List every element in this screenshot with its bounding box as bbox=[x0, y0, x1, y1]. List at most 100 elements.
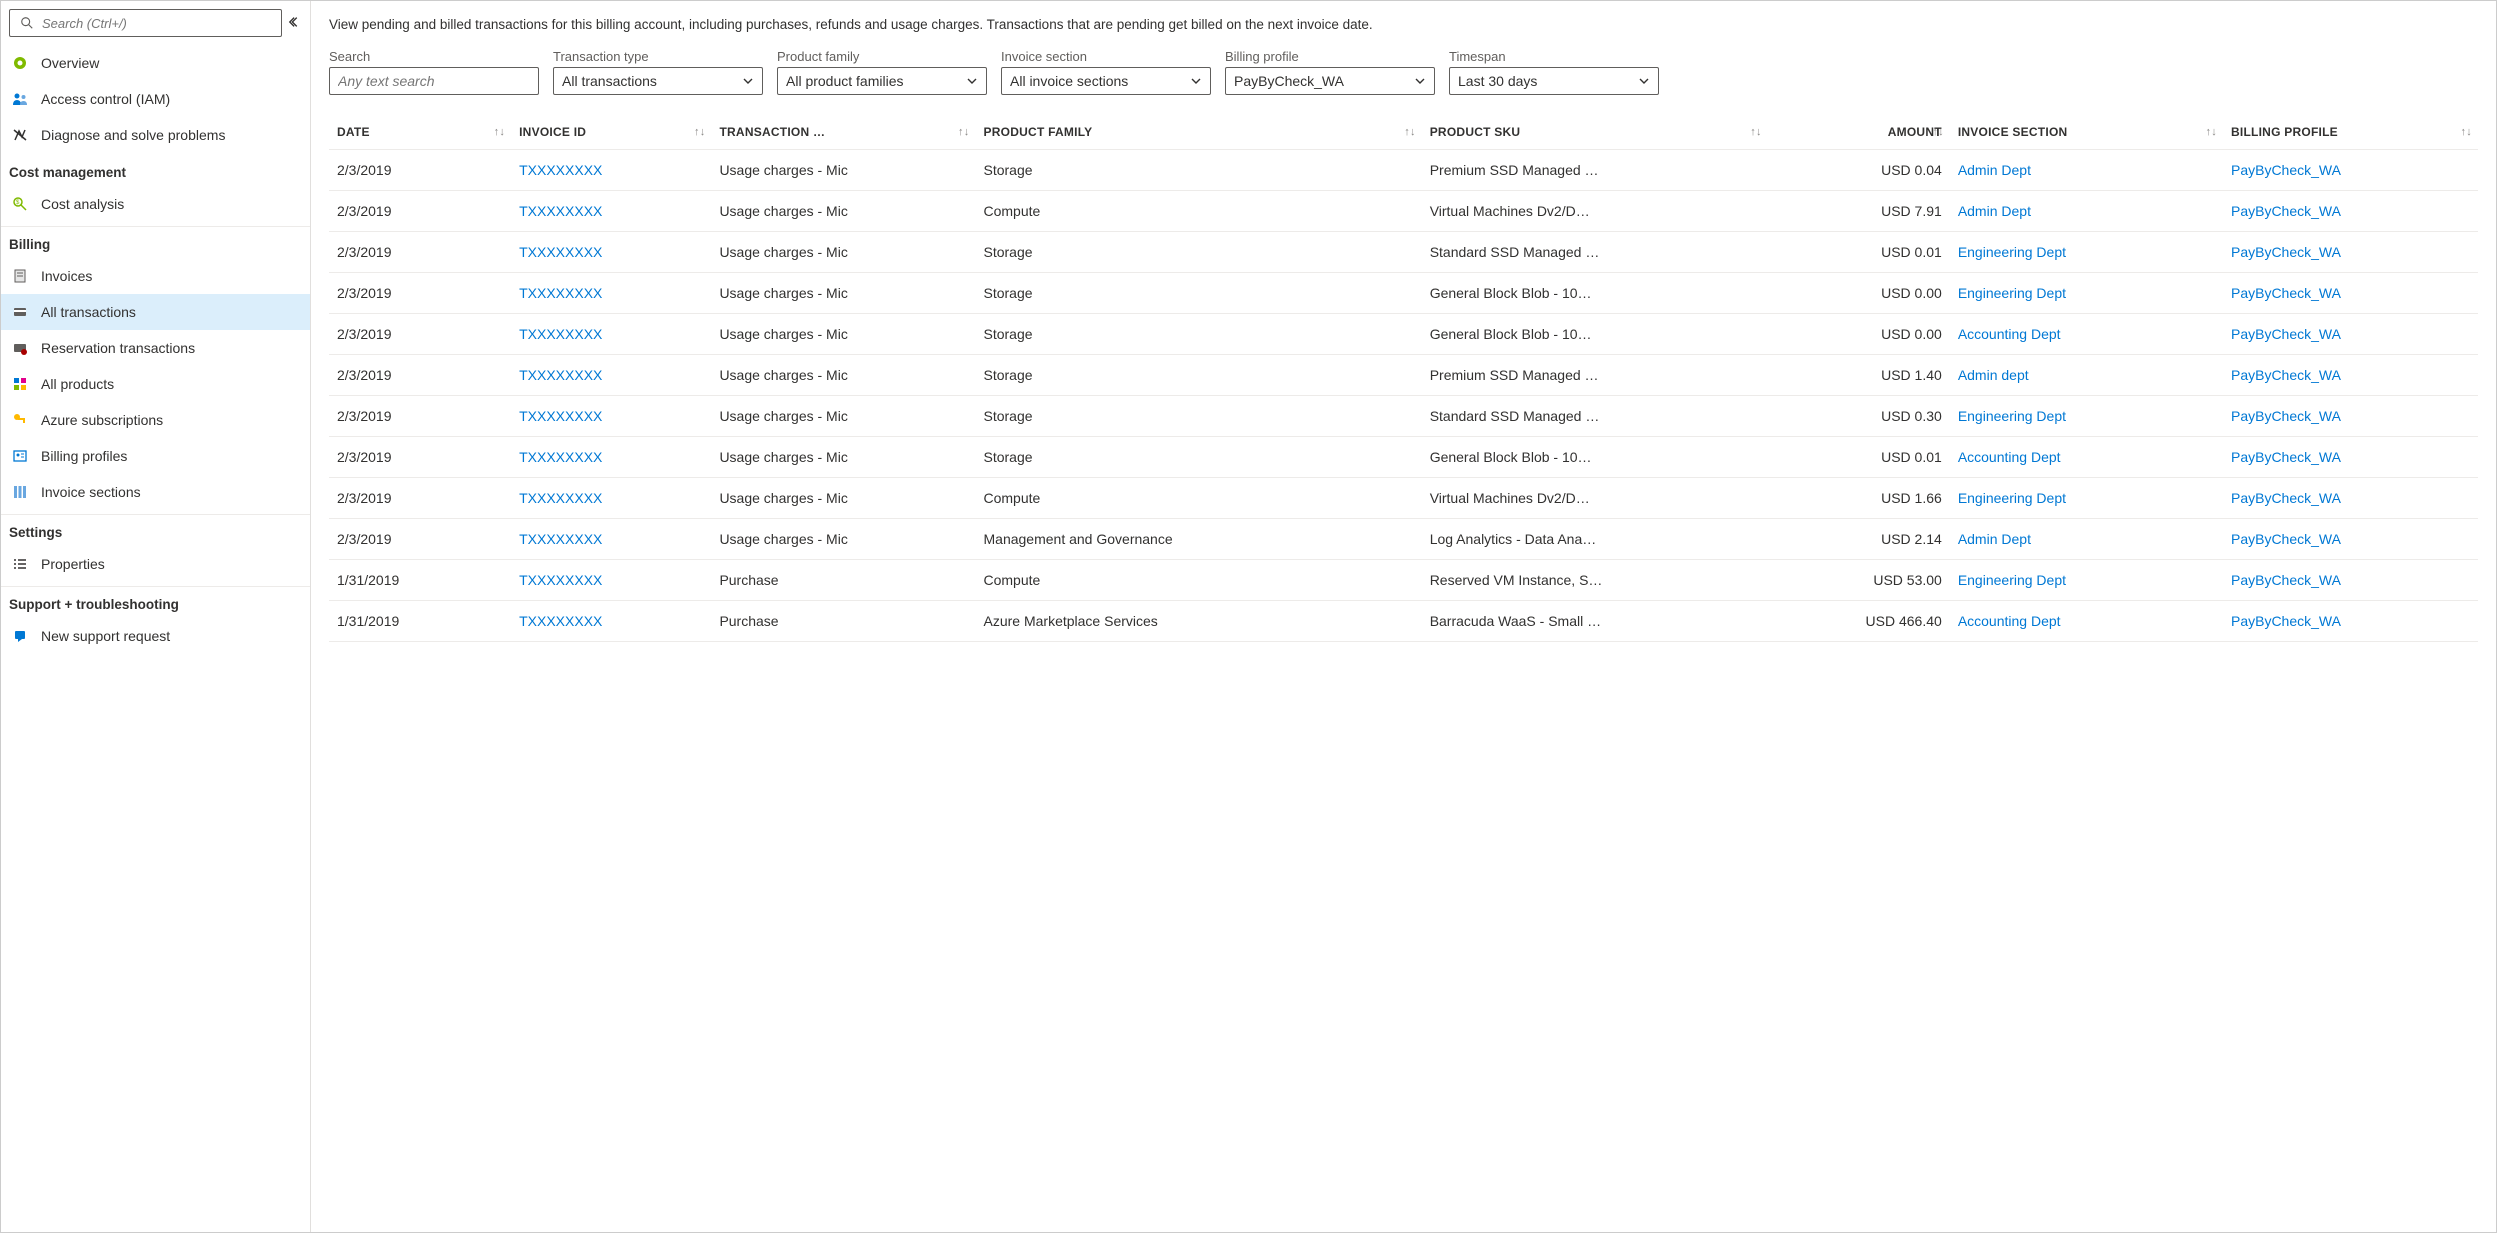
sort-icon: ↑↓ bbox=[2461, 126, 2472, 138]
filter-product-family[interactable]: All product families bbox=[777, 67, 987, 95]
sidebar-item-properties[interactable]: Properties bbox=[1, 546, 310, 582]
cell-invoice-id[interactable]: TXXXXXXXX bbox=[511, 519, 711, 560]
table-row[interactable]: 2/3/2019TXXXXXXXXUsage charges - MicStor… bbox=[329, 396, 2478, 437]
cell-billing-profile[interactable]: PayByCheck_WA bbox=[2223, 232, 2478, 273]
cell-invoice-id[interactable]: TXXXXXXXX bbox=[511, 150, 711, 191]
column-header-invoice-id[interactable]: INVOICE ID↑↓ bbox=[511, 115, 711, 150]
cell-invoice-id[interactable]: TXXXXXXXX bbox=[511, 232, 711, 273]
properties-icon bbox=[11, 555, 29, 573]
cell-invoice-section[interactable]: Accounting Dept bbox=[1950, 314, 2223, 355]
cell-billing-profile[interactable]: PayByCheck_WA bbox=[2223, 560, 2478, 601]
sidebar-item-azure-subscriptions[interactable]: Azure subscriptions bbox=[1, 402, 310, 438]
filter-search[interactable] bbox=[329, 67, 539, 95]
column-header-transaction-[interactable]: TRANSACTION …↑↓ bbox=[711, 115, 975, 150]
cell-invoice-section[interactable]: Engineering Dept bbox=[1950, 232, 2223, 273]
sidebar-item-reservation-transactions[interactable]: Reservation transactions bbox=[1, 330, 310, 366]
cell-invoice-section[interactable]: Engineering Dept bbox=[1950, 560, 2223, 601]
filter-search-input[interactable] bbox=[338, 73, 530, 89]
column-header-invoice-section[interactable]: INVOICE SECTION↑↓ bbox=[1950, 115, 2223, 150]
cell-billing-profile[interactable]: PayByCheck_WA bbox=[2223, 273, 2478, 314]
table-row[interactable]: 2/3/2019TXXXXXXXXUsage charges - MicComp… bbox=[329, 191, 2478, 232]
cell-invoice-id[interactable]: TXXXXXXXX bbox=[511, 437, 711, 478]
cell-invoice-id[interactable]: TXXXXXXXX bbox=[511, 560, 711, 601]
cell-product-family: Storage bbox=[976, 355, 1422, 396]
filter-timespan[interactable]: Last 30 days bbox=[1449, 67, 1659, 95]
cost-icon: $ bbox=[11, 195, 29, 213]
sidebar-item-access-control-iam-[interactable]: Access control (IAM) bbox=[1, 81, 310, 117]
cell-date: 2/3/2019 bbox=[329, 437, 511, 478]
filter-billing-profile[interactable]: PayByCheck_WA bbox=[1225, 67, 1435, 95]
sidebar-item-diagnose-and-solve-problems[interactable]: Diagnose and solve problems bbox=[1, 117, 310, 153]
cell-invoice-section[interactable]: Admin dept bbox=[1950, 355, 2223, 396]
cell-product-sku: Virtual Machines Dv2/D… bbox=[1422, 191, 1768, 232]
cell-invoice-id[interactable]: TXXXXXXXX bbox=[511, 191, 711, 232]
cell-invoice-id[interactable]: TXXXXXXXX bbox=[511, 314, 711, 355]
cell-product-family: Compute bbox=[976, 478, 1422, 519]
diagnose-icon bbox=[11, 126, 29, 144]
cell-billing-profile[interactable]: PayByCheck_WA bbox=[2223, 150, 2478, 191]
cell-invoice-section[interactable]: Engineering Dept bbox=[1950, 273, 2223, 314]
table-row[interactable]: 2/3/2019TXXXXXXXXUsage charges - MicComp… bbox=[329, 478, 2478, 519]
column-header-amount[interactable]: AMOUNT↑↓ bbox=[1768, 115, 1950, 150]
search-input[interactable] bbox=[42, 16, 273, 31]
table-row[interactable]: 2/3/2019TXXXXXXXXUsage charges - MicMana… bbox=[329, 519, 2478, 560]
cell-invoice-id[interactable]: TXXXXXXXX bbox=[511, 355, 711, 396]
column-header-product-sku[interactable]: PRODUCT SKU↑↓ bbox=[1422, 115, 1768, 150]
sidebar-item-overview[interactable]: Overview bbox=[1, 45, 310, 81]
sidebar-item-billing-profiles[interactable]: Billing profiles bbox=[1, 438, 310, 474]
cell-invoice-id[interactable]: TXXXXXXXX bbox=[511, 478, 711, 519]
sidebar-item-cost-analysis[interactable]: $Cost analysis bbox=[1, 186, 310, 222]
table-row[interactable]: 1/31/2019TXXXXXXXXPurchaseAzure Marketpl… bbox=[329, 601, 2478, 642]
cell-billing-profile[interactable]: PayByCheck_WA bbox=[2223, 601, 2478, 642]
cell-billing-profile[interactable]: PayByCheck_WA bbox=[2223, 396, 2478, 437]
cell-transaction-type: Usage charges - Mic bbox=[711, 355, 975, 396]
transactions-icon bbox=[11, 303, 29, 321]
sidebar-item-new-support-request[interactable]: New support request bbox=[1, 618, 310, 654]
table-row[interactable]: 1/31/2019TXXXXXXXXPurchaseComputeReserve… bbox=[329, 560, 2478, 601]
cell-billing-profile[interactable]: PayByCheck_WA bbox=[2223, 314, 2478, 355]
cell-invoice-section[interactable]: Engineering Dept bbox=[1950, 396, 2223, 437]
column-header-date[interactable]: DATE↑↓ bbox=[329, 115, 511, 150]
sidebar-search[interactable] bbox=[9, 9, 282, 37]
cell-product-family: Storage bbox=[976, 396, 1422, 437]
cell-transaction-type: Usage charges - Mic bbox=[711, 314, 975, 355]
table-row[interactable]: 2/3/2019TXXXXXXXXUsage charges - MicStor… bbox=[329, 150, 2478, 191]
chevron-down-icon bbox=[1190, 75, 1202, 87]
sidebar-item-all-transactions[interactable]: All transactions bbox=[1, 294, 310, 330]
sort-icon: ↑↓ bbox=[1932, 126, 1943, 138]
cell-billing-profile[interactable]: PayByCheck_WA bbox=[2223, 355, 2478, 396]
column-header-product-family[interactable]: PRODUCT FAMILY↑↓ bbox=[976, 115, 1422, 150]
table-row[interactable]: 2/3/2019TXXXXXXXXUsage charges - MicStor… bbox=[329, 273, 2478, 314]
cell-billing-profile[interactable]: PayByCheck_WA bbox=[2223, 519, 2478, 560]
sidebar-section-header: Settings bbox=[1, 514, 310, 546]
cell-product-sku: Standard SSD Managed … bbox=[1422, 232, 1768, 273]
cell-invoice-section[interactable]: Engineering Dept bbox=[1950, 478, 2223, 519]
table-row[interactable]: 2/3/2019TXXXXXXXXUsage charges - MicStor… bbox=[329, 355, 2478, 396]
cell-amount: USD 53.00 bbox=[1768, 560, 1950, 601]
table-row[interactable]: 2/3/2019TXXXXXXXXUsage charges - MicStor… bbox=[329, 232, 2478, 273]
column-header-billing-profile[interactable]: BILLING PROFILE↑↓ bbox=[2223, 115, 2478, 150]
filter-transaction-type[interactable]: All transactions bbox=[553, 67, 763, 95]
table-row[interactable]: 2/3/2019TXXXXXXXXUsage charges - MicStor… bbox=[329, 437, 2478, 478]
cell-invoice-section[interactable]: Admin Dept bbox=[1950, 191, 2223, 232]
table-row[interactable]: 2/3/2019TXXXXXXXXUsage charges - MicStor… bbox=[329, 314, 2478, 355]
filter-invoice-section[interactable]: All invoice sections bbox=[1001, 67, 1211, 95]
cell-billing-profile[interactable]: PayByCheck_WA bbox=[2223, 191, 2478, 232]
cell-invoice-id[interactable]: TXXXXXXXX bbox=[511, 396, 711, 437]
cell-product-family: Compute bbox=[976, 560, 1422, 601]
cell-invoice-section[interactable]: Admin Dept bbox=[1950, 150, 2223, 191]
sidebar-item-invoices[interactable]: Invoices bbox=[1, 258, 310, 294]
cell-invoice-section[interactable]: Accounting Dept bbox=[1950, 437, 2223, 478]
cell-invoice-section[interactable]: Accounting Dept bbox=[1950, 601, 2223, 642]
cell-invoice-id[interactable]: TXXXXXXXX bbox=[511, 601, 711, 642]
cell-billing-profile[interactable]: PayByCheck_WA bbox=[2223, 437, 2478, 478]
cell-billing-profile[interactable]: PayByCheck_WA bbox=[2223, 478, 2478, 519]
cell-invoice-section[interactable]: Admin Dept bbox=[1950, 519, 2223, 560]
cell-date: 2/3/2019 bbox=[329, 519, 511, 560]
collapse-sidebar-button[interactable] bbox=[286, 13, 304, 34]
sidebar-item-all-products[interactable]: All products bbox=[1, 366, 310, 402]
cell-invoice-id[interactable]: TXXXXXXXX bbox=[511, 273, 711, 314]
sidebar-item-invoice-sections[interactable]: Invoice sections bbox=[1, 474, 310, 510]
filter-product-family-value: All product families bbox=[786, 73, 904, 89]
filter-billing-profile-value: PayByCheck_WA bbox=[1234, 73, 1344, 89]
